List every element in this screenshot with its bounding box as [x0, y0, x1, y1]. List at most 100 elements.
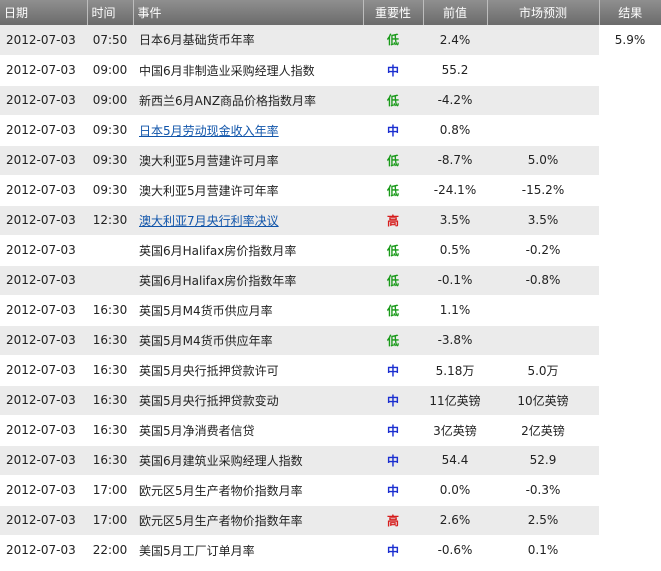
table-row: 2012-07-03 09:30 日本5月劳动现金收入年率 中 0.8%: [0, 115, 661, 146]
table-row: 2012-07-03 英国6月Halifax房价指数月率低 0.5% -0.2%: [0, 235, 661, 266]
cell-result: [599, 175, 661, 206]
event-link[interactable]: 澳大利亚7月央行利率决议: [139, 214, 279, 228]
importance-badge: 中: [363, 355, 423, 386]
cell-previous: 3亿英镑: [423, 415, 487, 446]
cell-event: 英国6月Halifax房价指数月率: [133, 235, 363, 266]
cell-event: 中国6月非制造业采购经理人指数: [133, 55, 363, 86]
cell-previous: 2.4%: [423, 25, 487, 56]
importance-badge: 中: [363, 115, 423, 146]
cell-forecast: [487, 115, 599, 146]
header-date: 日期: [0, 0, 88, 25]
importance-badge: 低: [363, 85, 423, 116]
cell-event: 澳大利亚5月营建许可月率: [133, 145, 363, 176]
importance-badge: 低: [363, 25, 423, 56]
cell-result: [599, 355, 661, 386]
cell-time: 16:30: [87, 355, 133, 386]
cell-forecast: -0.8%: [487, 265, 599, 296]
cell-event: 美国5月工厂订单月率: [133, 535, 363, 566]
cell-previous: 55.2: [423, 55, 487, 86]
event-link[interactable]: 日本5月劳动现金收入年率: [139, 124, 279, 138]
importance-badge: 中: [363, 385, 423, 416]
importance-badge: 中: [363, 55, 423, 86]
cell-time: 09:00: [87, 85, 133, 116]
cell-time: 09:00: [87, 55, 133, 86]
cell-forecast: 2亿英镑: [487, 415, 599, 446]
header-previous: 前值: [423, 0, 488, 25]
cell-forecast: -15.2%: [487, 175, 599, 206]
header-forecast: 市场预测: [487, 0, 600, 25]
cell-result: 5.9%: [599, 25, 661, 56]
cell-previous: 11亿英镑: [423, 385, 487, 416]
table-row: 2012-07-03 09:30 澳大利亚5月营建许可月率低 -8.7% 5.0%: [0, 145, 661, 176]
cell-event: 澳大利亚7月央行利率决议: [133, 205, 363, 236]
table-row: 2012-07-03 16:30 英国5月央行抵押贷款变动中 11亿英镑 10亿英镑: [0, 385, 661, 416]
cell-date: 2012-07-03: [0, 145, 87, 176]
cell-result: [599, 235, 661, 266]
cell-result: [599, 535, 661, 566]
cell-result: [599, 115, 661, 146]
table-row: 2012-07-03 09:30 澳大利亚5月营建许可年率低 -24.1% -15.2%: [0, 175, 661, 206]
cell-forecast: [487, 295, 599, 326]
table-row: 2012-07-03 英国6月Halifax房价指数年率低 -0.1% -0.8%: [0, 265, 661, 296]
cell-forecast: -0.3%: [487, 475, 599, 506]
cell-time: 16:30: [87, 445, 133, 476]
cell-date: 2012-07-03: [0, 535, 87, 566]
cell-previous: 2.6%: [423, 505, 487, 536]
importance-badge: 低: [363, 265, 423, 296]
cell-forecast: 5.0%: [487, 145, 599, 176]
header-row: 日期 时间 事件 重要性 前值 市场预测 结果: [0, 0, 661, 25]
cell-forecast: 2.5%: [487, 505, 599, 536]
cell-date: 2012-07-03: [0, 475, 87, 506]
cell-forecast: [487, 325, 599, 356]
table-row: 2012-07-03 16:30 英国5月M4货币供应月率低 1.1%: [0, 295, 661, 326]
importance-badge: 中: [363, 415, 423, 446]
cell-result: [599, 445, 661, 476]
cell-previous: -8.7%: [423, 145, 487, 176]
cell-event: 澳大利亚5月营建许可年率: [133, 175, 363, 206]
table-header: 日期 时间 事件 重要性 前值 市场预测 结果: [0, 0, 661, 25]
cell-forecast: 10亿英镑: [487, 385, 599, 416]
importance-badge: 低: [363, 175, 423, 206]
cell-event: 新西兰6月ANZ商品价格指数月率: [133, 85, 363, 116]
cell-date: 2012-07-03: [0, 205, 87, 236]
cell-event: 日本6月基础货币年率: [133, 25, 363, 56]
cell-previous: 54.4: [423, 445, 487, 476]
cell-event: 欧元区5月生产者物价指数年率: [133, 505, 363, 536]
cell-date: 2012-07-03: [0, 415, 87, 446]
cell-time: 09:30: [87, 175, 133, 206]
table-row: 2012-07-03 16:30 英国5月M4货币供应年率低 -3.8%: [0, 325, 661, 356]
cell-date: 2012-07-03: [0, 115, 87, 146]
cell-time: 22:00: [87, 535, 133, 566]
cell-result: [599, 265, 661, 296]
cell-date: 2012-07-03: [0, 505, 87, 536]
cell-result: [599, 505, 661, 536]
cell-previous: -3.8%: [423, 325, 487, 356]
cell-previous: 0.8%: [423, 115, 487, 146]
header-time: 时间: [87, 0, 134, 25]
cell-previous: 3.5%: [423, 205, 487, 236]
cell-result: [599, 85, 661, 116]
importance-badge: 低: [363, 295, 423, 326]
cell-event: 日本5月劳动现金收入年率: [133, 115, 363, 146]
cell-forecast: [487, 85, 599, 116]
cell-time: 17:00: [87, 475, 133, 506]
cell-event: 英国5月M4货币供应年率: [133, 325, 363, 356]
cell-time: 09:30: [87, 115, 133, 146]
table-row: 2012-07-03 17:00 欧元区5月生产者物价指数年率高 2.6% 2.5%: [0, 505, 661, 536]
cell-event: 欧元区5月生产者物价指数月率: [133, 475, 363, 506]
cell-previous: -24.1%: [423, 175, 487, 206]
cell-forecast: 0.1%: [487, 535, 599, 566]
table-row: 2012-07-03 17:00 欧元区5月生产者物价指数月率中 0.0% -0.3%: [0, 475, 661, 506]
cell-date: 2012-07-03: [0, 385, 87, 416]
table-row: 2012-07-03 12:30 澳大利亚7月央行利率决议高 3.5% 3.5%: [0, 205, 661, 236]
cell-time: 17:00: [87, 505, 133, 536]
table-body: 2012-07-03 07:50 日本6月基础货币年率低 2.4% 5.9% 2012-0…: [0, 25, 661, 566]
cell-time: 16:30: [87, 415, 133, 446]
cell-event: 英国5月央行抵押贷款变动: [133, 385, 363, 416]
cell-event: 英国6月Halifax房价指数年率: [133, 265, 363, 296]
table-row: 2012-07-03 16:30 英国5月净消费者信贷中 3亿英镑 2亿英镑: [0, 415, 661, 446]
cell-time: 09:30: [87, 145, 133, 176]
importance-badge: 中: [363, 445, 423, 476]
cell-time: 16:30: [87, 385, 133, 416]
header-importance: 重要性: [363, 0, 424, 25]
